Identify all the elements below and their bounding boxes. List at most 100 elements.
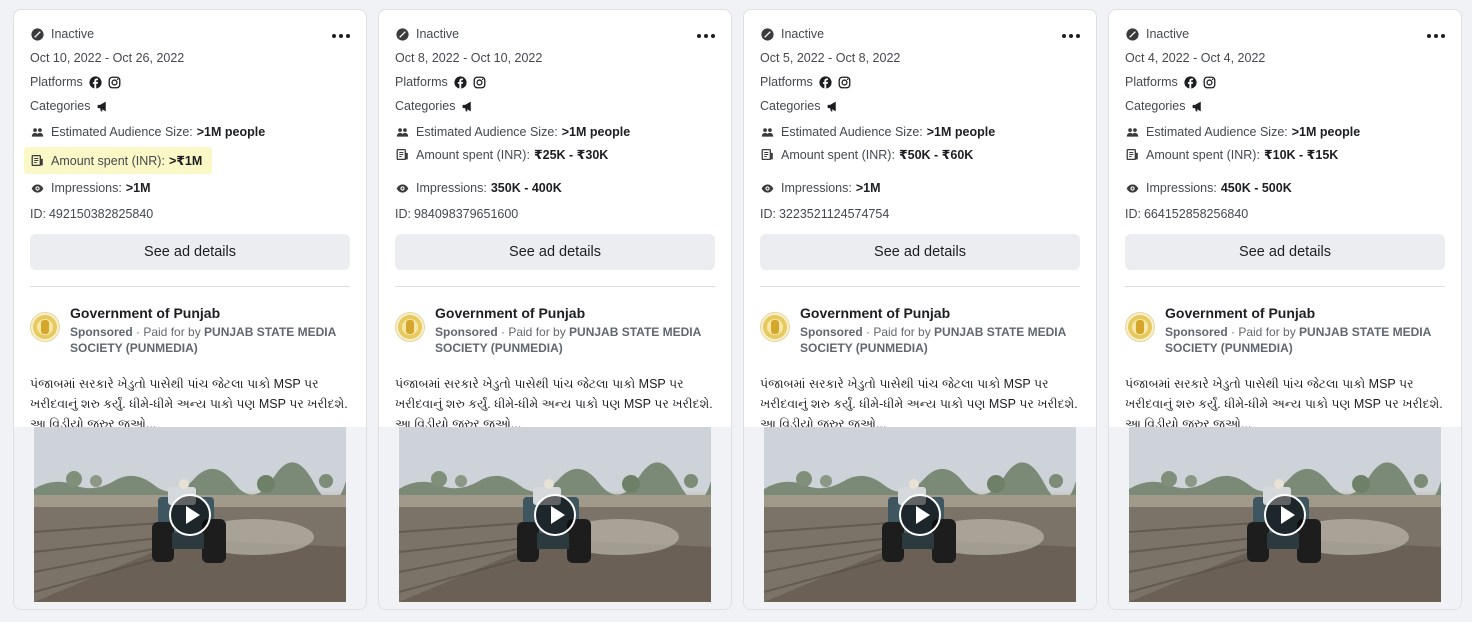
ad-video[interactable] xyxy=(14,427,366,609)
status-text: Inactive xyxy=(781,27,825,41)
people-icon xyxy=(1125,125,1139,139)
advertiser-name[interactable]: Government of Punjab xyxy=(800,305,950,321)
status-row: Inactive xyxy=(1125,27,1189,41)
categories-label: Categories xyxy=(395,99,456,113)
ad-body-text: પંજાબમાં સરકારે ખેડુતો પાસેથી પાંચ જેટલા… xyxy=(30,377,348,431)
ad-video[interactable] xyxy=(1109,427,1461,609)
advertiser-avatar[interactable] xyxy=(1125,312,1155,342)
ad-video[interactable] xyxy=(744,427,1096,609)
amount-row: Amount spent (INR): ₹50K - ₹60K xyxy=(760,147,973,162)
impressions-label: Impressions: xyxy=(416,181,487,195)
ad-video[interactable] xyxy=(379,427,731,609)
audience-row: Estimated Audience Size: >1M people xyxy=(395,125,630,139)
amount-label: Amount spent (INR): xyxy=(416,147,530,162)
money-icon xyxy=(1125,148,1139,162)
ad-body-text: પંજાબમાં સરકારે ખેડુતો પાસેથી પાંચ જેટલા… xyxy=(1125,377,1443,431)
video-thumbnail[interactable] xyxy=(764,427,1076,602)
audience-value: >1M people xyxy=(196,125,266,139)
advertiser-avatar[interactable] xyxy=(760,312,790,342)
sponsored-line: Sponsored · Paid for by PUNJAB STATE MED… xyxy=(435,324,715,356)
status-row: Inactive xyxy=(760,27,824,41)
facebook-icon xyxy=(89,75,102,89)
advertiser-avatar[interactable] xyxy=(395,312,425,342)
ad-id-label: ID: xyxy=(395,207,411,221)
amount-row: Amount spent (INR): ₹25K - ₹30K xyxy=(395,147,608,162)
advertiser-avatar[interactable] xyxy=(30,312,60,342)
amount-row: Amount spent (INR): ₹10K - ₹15K xyxy=(1125,147,1338,162)
platforms-label: Platforms xyxy=(30,75,83,89)
instagram-icon xyxy=(108,76,121,89)
impressions-label: Impressions: xyxy=(1146,181,1217,195)
status-row: Inactive xyxy=(395,27,459,41)
more-options-icon[interactable] xyxy=(691,26,721,46)
sponsored-line: Sponsored · Paid for by PUNJAB STATE MED… xyxy=(70,324,350,356)
advertiser-name[interactable]: Government of Punjab xyxy=(70,305,220,321)
sponsored-line: Sponsored · Paid for by PUNJAB STATE MED… xyxy=(1165,324,1445,356)
advertiser-name[interactable]: Government of Punjab xyxy=(435,305,585,321)
categories-label: Categories xyxy=(760,99,821,113)
impressions-value: 450K - 500K xyxy=(1220,181,1292,195)
platforms-row: Platforms xyxy=(30,75,121,89)
platforms-row: Platforms xyxy=(1125,75,1216,89)
date-range: Oct 8, 2022 - Oct 10, 2022 xyxy=(395,51,542,65)
divider xyxy=(1125,286,1445,287)
play-icon[interactable] xyxy=(1264,494,1306,536)
play-icon[interactable] xyxy=(899,494,941,536)
ad-card: Inactive Oct 5, 2022 - Oct 8, 2022 Platf… xyxy=(743,9,1097,610)
categories-label: Categories xyxy=(1125,99,1186,113)
ad-id-value: 3223521124574754 xyxy=(778,207,890,221)
impressions-value: 350K - 400K xyxy=(490,181,562,195)
megaphone-icon xyxy=(461,100,474,113)
inactive-check-icon xyxy=(1125,27,1139,41)
ad-card: Inactive Oct 4, 2022 - Oct 4, 2022 Platf… xyxy=(1108,9,1462,610)
video-thumbnail[interactable] xyxy=(34,427,346,602)
see-ad-details-button[interactable]: See ad details xyxy=(395,234,715,270)
ad-id-row: ID: 3223521124574754 xyxy=(760,207,889,221)
date-range: Oct 5, 2022 - Oct 8, 2022 xyxy=(760,51,900,65)
money-icon xyxy=(30,154,44,168)
see-ad-details-button[interactable]: See ad details xyxy=(760,234,1080,270)
ad-body-text: પંજાબમાં સરકારે ખેડુતો પાસેથી પાંચ જેટલા… xyxy=(395,377,713,431)
audience-label: Estimated Audience Size: xyxy=(416,125,558,139)
paid-for-by-label: · Paid for by xyxy=(862,325,935,339)
amount-value: >₹1M xyxy=(168,154,203,168)
eye-icon xyxy=(760,181,774,195)
audience-label: Estimated Audience Size: xyxy=(51,125,193,139)
video-thumbnail[interactable] xyxy=(1129,427,1441,602)
ad-id-row: ID: 664152858256840 xyxy=(1125,207,1248,221)
amount-label: Amount spent (INR): xyxy=(1146,147,1260,162)
more-options-icon[interactable] xyxy=(1421,26,1451,46)
people-icon xyxy=(760,125,774,139)
impressions-row: Impressions: >1M xyxy=(760,181,881,195)
categories-row: Categories xyxy=(1125,99,1204,113)
play-icon[interactable] xyxy=(534,494,576,536)
status-row: Inactive xyxy=(30,27,94,41)
megaphone-icon xyxy=(96,100,109,113)
more-options-icon[interactable] xyxy=(1056,26,1086,46)
divider xyxy=(395,286,715,287)
more-options-icon[interactable] xyxy=(326,26,356,46)
inactive-check-icon xyxy=(760,27,774,41)
date-range-text: Oct 5, 2022 - Oct 8, 2022 xyxy=(760,51,901,65)
inactive-check-icon xyxy=(30,27,44,41)
audience-row: Estimated Audience Size: >1M people xyxy=(30,125,265,139)
amount-value: ₹10K - ₹15K xyxy=(1263,148,1339,162)
audience-row: Estimated Audience Size: >1M people xyxy=(760,125,995,139)
advertiser-name[interactable]: Government of Punjab xyxy=(1165,305,1315,321)
date-range: Oct 10, 2022 - Oct 26, 2022 xyxy=(30,51,184,65)
ad-id-label: ID: xyxy=(760,207,776,221)
video-thumbnail[interactable] xyxy=(399,427,711,602)
facebook-icon xyxy=(1184,75,1197,89)
impressions-label: Impressions: xyxy=(51,181,122,195)
ad-id-value: 984098379651600 xyxy=(413,207,519,221)
play-icon[interactable] xyxy=(169,494,211,536)
see-ad-details-button[interactable]: See ad details xyxy=(1125,234,1445,270)
categories-row: Categories xyxy=(30,99,109,113)
see-ad-details-button[interactable]: See ad details xyxy=(30,234,350,270)
ad-id-value: 492150382825840 xyxy=(48,207,154,221)
platforms-row: Platforms xyxy=(760,75,851,89)
ad-card: Inactive Oct 10, 2022 - Oct 26, 2022 Pla… xyxy=(13,9,367,610)
eye-icon xyxy=(395,181,409,195)
categories-row: Categories xyxy=(760,99,839,113)
impressions-row: Impressions: 450K - 500K xyxy=(1125,181,1292,195)
